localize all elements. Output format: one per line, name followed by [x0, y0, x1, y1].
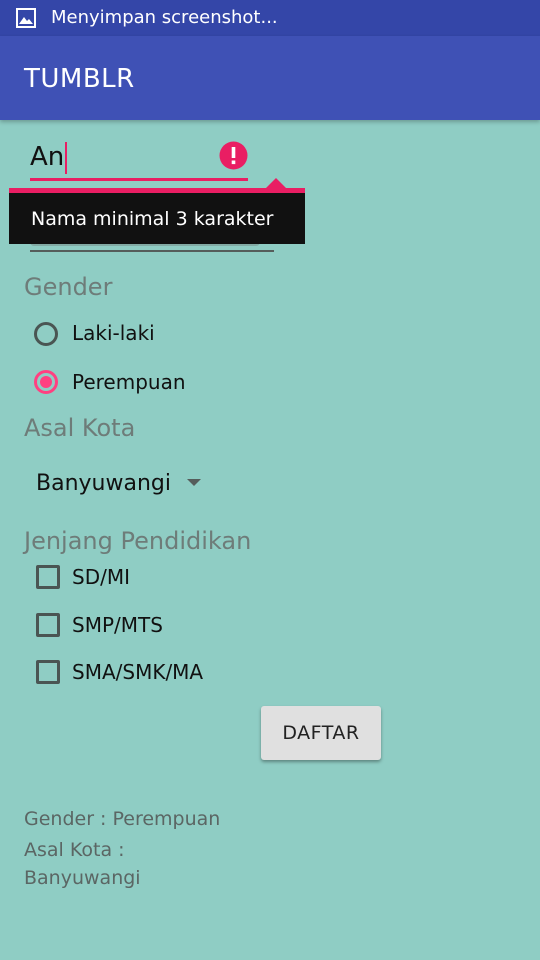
image-icon — [16, 8, 36, 28]
checkbox[interactable] — [36, 660, 60, 684]
result-kota-label: Asal Kota : — [24, 839, 125, 861]
name-input-underline — [30, 178, 248, 181]
checkbox-sd-mi[interactable]: SD/MI — [36, 564, 236, 594]
kota-label: Asal Kota — [24, 414, 136, 442]
radio-perempuan[interactable]: Perempuan — [34, 368, 224, 398]
radio-button-selected[interactable] — [34, 370, 58, 394]
checkbox-sma-smk-ma[interactable]: SMA/SMK/MA — [36, 659, 256, 689]
result-kota-value: Banyuwangi — [24, 867, 141, 889]
status-bar: Menyimpan screenshot... — [0, 0, 540, 36]
error-tooltip: Nama minimal 3 karakter — [9, 193, 305, 244]
error-message: Nama minimal 3 karakter — [31, 208, 274, 230]
exclamation-circle-icon — [219, 141, 248, 170]
radio-label: Perempuan — [72, 370, 186, 394]
gender-label: Gender — [24, 273, 113, 301]
radio-dot — [40, 376, 52, 388]
checkbox-label: SMA/SMK/MA — [72, 660, 204, 684]
name-input-value: An — [30, 142, 65, 172]
checkbox-label: SMP/MTS — [72, 613, 163, 637]
text-cursor — [65, 141, 68, 174]
result-gender: Gender : Perempuan — [24, 808, 221, 830]
radio-button[interactable] — [34, 322, 58, 346]
name-input[interactable]: An — [30, 136, 248, 178]
checkbox[interactable] — [36, 565, 60, 589]
checkbox[interactable] — [36, 613, 60, 637]
app-bar: TUMBLR — [0, 36, 540, 120]
tooltip-arrow — [266, 178, 286, 188]
jenjang-label: Jenjang Pendidikan — [24, 527, 252, 555]
checkbox-smp-mts[interactable]: SMP/MTS — [36, 612, 236, 642]
dropdown-arrow-icon[interactable] — [187, 479, 201, 486]
second-input-underline[interactable] — [30, 250, 274, 252]
checkbox-label: SD/MI — [72, 565, 130, 589]
app-title: TUMBLR — [24, 64, 135, 94]
status-text: Menyimpan screenshot... — [51, 7, 278, 28]
radio-label: Laki-laki — [72, 321, 155, 345]
radio-laki-laki[interactable]: Laki-laki — [34, 320, 224, 350]
daftar-button[interactable]: DAFTAR — [261, 706, 381, 760]
kota-spinner[interactable]: Banyuwangi — [36, 470, 171, 498]
